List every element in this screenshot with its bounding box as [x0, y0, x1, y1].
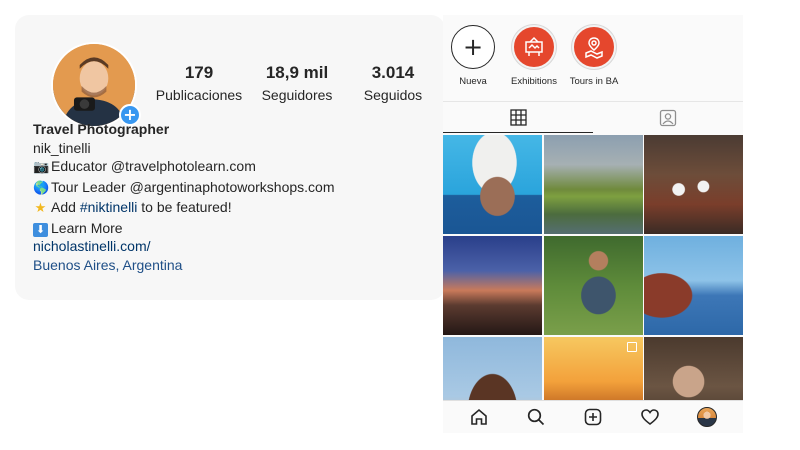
tagged-icon: [659, 109, 677, 126]
nav-search[interactable]: [523, 404, 549, 430]
bio-line-tour-leader-text: Tour Leader @argentinaphotoworkshops.com: [51, 178, 335, 195]
post-thumbnail[interactable]: [543, 236, 643, 335]
stat-followers-value: 18,9 mil: [265, 63, 329, 82]
post-thumbnail[interactable]: [644, 236, 743, 335]
tab-grid[interactable]: [443, 102, 593, 133]
camera-icon: 📷: [33, 160, 50, 175]
plus-icon[interactable]: +: [451, 25, 495, 69]
bio-line-featured-prefix: Add: [51, 199, 80, 215]
bottom-navigation: [443, 400, 743, 433]
profile-username: nik_tinelli: [33, 139, 91, 156]
highlight-tours-label: Tours in BA: [569, 76, 619, 87]
stat-following[interactable]: 3.014 Seguidos: [357, 63, 429, 105]
bio-line-educator-text: Educator @travelphotolearn.com: [51, 158, 256, 174]
stat-following-value: 3.014: [371, 63, 415, 82]
highlight-exhibitions-label: Exhibitions: [511, 76, 557, 87]
bio-line-tour-leader: 🌎 Tour Leader @argentinaphotoworkshops.co…: [33, 178, 335, 199]
highlight-new[interactable]: + Nueva: [443, 25, 503, 88]
profile-bio: Travel Photographer nik_tinelli 📷 Educato…: [33, 120, 335, 274]
nav-home[interactable]: [466, 404, 492, 430]
stat-posts[interactable]: 179 Publicaciones: [155, 63, 243, 105]
nav-activity[interactable]: [637, 404, 663, 430]
nav-new-post[interactable]: [580, 404, 606, 430]
highlight-new-label: Nueva: [459, 76, 487, 87]
post-thumbnail[interactable]: [644, 135, 743, 234]
globe-icon: 🌎: [33, 180, 50, 196]
bio-line-featured-suffix: to be featured!: [137, 199, 232, 215]
story-highlights: + Nueva Exhibitions Tours in BA: [443, 15, 743, 100]
bio-line-learn-more: ⬇ Learn More: [33, 219, 335, 238]
post-thumbnail[interactable]: [644, 337, 743, 400]
profile-stats: 179 Publicaciones 18,9 mil Seguidores 3.…: [155, 63, 429, 105]
stat-posts-label: Publicaciones: [155, 87, 243, 103]
profile-content-panel: + Nueva Exhibitions Tours in BA: [443, 15, 743, 433]
post-thumbnail[interactable]: [543, 337, 643, 400]
tab-tagged[interactable]: [593, 102, 743, 133]
highlight-tours[interactable]: Tours in BA: [564, 25, 624, 88]
multiple-photos-icon: [626, 342, 637, 352]
map-pin-icon[interactable]: [572, 25, 616, 69]
stat-followers[interactable]: 18,9 mil Seguidores: [247, 63, 347, 105]
nav-profile[interactable]: [694, 404, 720, 430]
stat-posts-value: 179: [184, 63, 214, 82]
post-thumbnail[interactable]: [543, 135, 643, 234]
profile-display-name: Travel Photographer: [33, 121, 170, 137]
star-icon: ★: [34, 201, 47, 216]
home-icon: [471, 408, 488, 425]
search-icon: [528, 408, 545, 426]
bio-website-link[interactable]: nicholastinelli.com/: [33, 237, 335, 256]
heart-icon: [640, 409, 659, 426]
exhibition-icon[interactable]: [512, 25, 556, 69]
post-thumbnail[interactable]: [443, 135, 542, 234]
post-thumbnail[interactable]: [443, 236, 542, 335]
stat-followers-label: Seguidores: [261, 87, 333, 103]
bio-hashtag-link[interactable]: #niktinelli: [80, 199, 138, 215]
profile-avatar-wrap[interactable]: +: [51, 42, 141, 128]
new-post-icon: [584, 408, 602, 426]
profile-avatar-small: [696, 407, 717, 427]
bio-line-learn-more-text: Learn More: [51, 219, 123, 236]
posts-grid: [443, 135, 743, 400]
grid-icon: [509, 108, 527, 126]
highlight-exhibitions[interactable]: Exhibitions: [504, 25, 564, 88]
bio-line-educator: 📷 Educator @travelphotolearn.com: [33, 157, 335, 178]
bio-line-featured: ★ Add #niktinelli to be featured!: [33, 198, 335, 219]
post-thumbnail[interactable]: [443, 337, 542, 400]
profile-tabs: [443, 101, 743, 133]
stat-following-label: Seguidos: [363, 87, 423, 103]
down-arrow-icon: ⬇: [33, 222, 48, 237]
bio-location-link[interactable]: Buenos Aires, Argentina: [33, 256, 335, 275]
